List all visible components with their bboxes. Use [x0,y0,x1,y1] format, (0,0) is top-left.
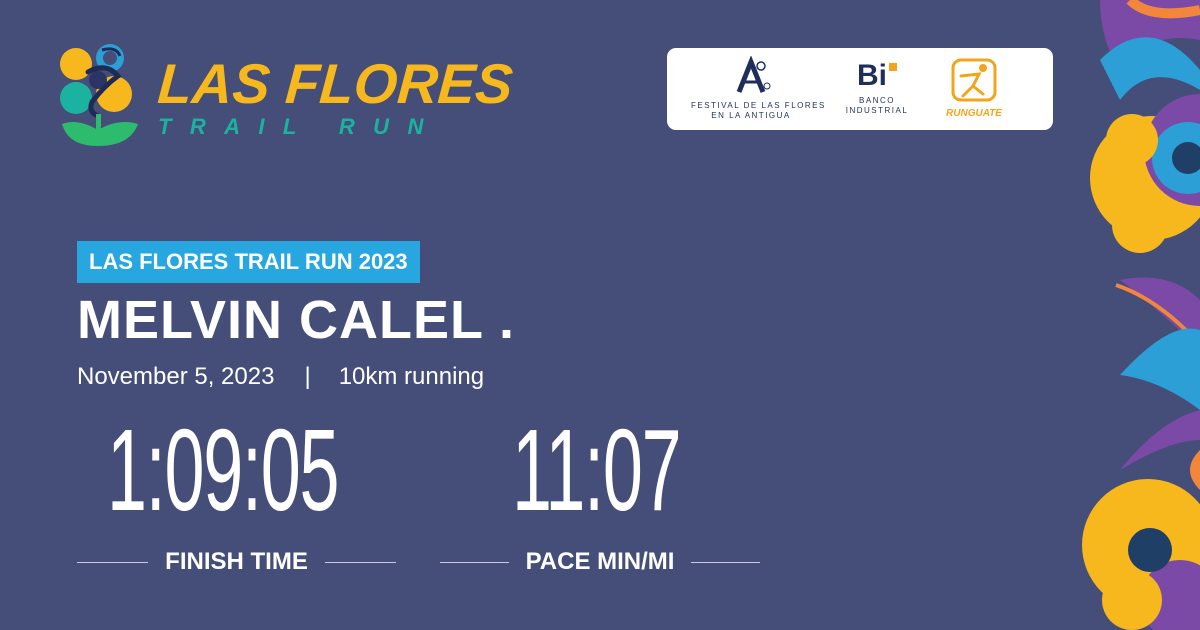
sponsor-runguate-label: RUNGUATE [946,108,1002,119]
runguate-logo-icon [951,58,997,102]
flower-runner-logo-icon [60,44,138,146]
event-logo: LAS FLORES TRAIL RUN [58,42,515,157]
event-date: November 5, 2023 [77,363,275,390]
event-category: 10km running [338,363,485,390]
runner-name: MELVIN CALEL . [77,290,516,350]
festival-flores-logo-icon [736,55,771,93]
logo-subtitle: TRAIL RUN [158,114,442,139]
race-badge: LAS FLORES TRAIL RUN 2023 [77,241,420,283]
divider-line [440,561,509,563]
finish-time-label: FINISH TIME [77,545,397,579]
pace-label: PACE MIN/MI [440,545,761,579]
divider-line [324,561,397,563]
flower-decoration-icon [1082,0,1200,630]
finish-time-value: 1:09:05 [107,405,340,535]
sponsor-banco-line1: BANCO [859,96,895,105]
divider-line [77,561,149,563]
sponsor-festival-line2: EN LA ANTIGUA [711,111,791,120]
sponsor-festival: FESTIVAL DE LAS FLORES EN LA ANTIGUA [691,55,826,122]
event-details: November 5, 2023 | 10km running [77,362,484,392]
logo-title: LAS FLORES [155,52,515,115]
finish-time-label-text: FINISH TIME [165,548,308,575]
sponsors-panel: FESTIVAL DE LAS FLORES EN LA ANTIGUA Bi … [667,48,1053,130]
pace-value: 11:07 [512,405,682,535]
sponsor-banco: Bi BANCO INDUSTRIAL [837,56,917,122]
banco-mark: Bi [857,59,887,92]
divider-line [691,561,761,563]
banco-industrial-logo-icon: Bi [837,56,917,96]
event-separator: | [304,363,311,390]
sponsor-banco-line2: INDUSTRIAL [845,106,909,115]
sponsor-runguate: RUNGUATE [939,56,1009,122]
pace-label-text: PACE MIN/MI [525,548,675,575]
sponsor-festival-line1: FESTIVAL DE LAS FLORES [691,101,826,110]
